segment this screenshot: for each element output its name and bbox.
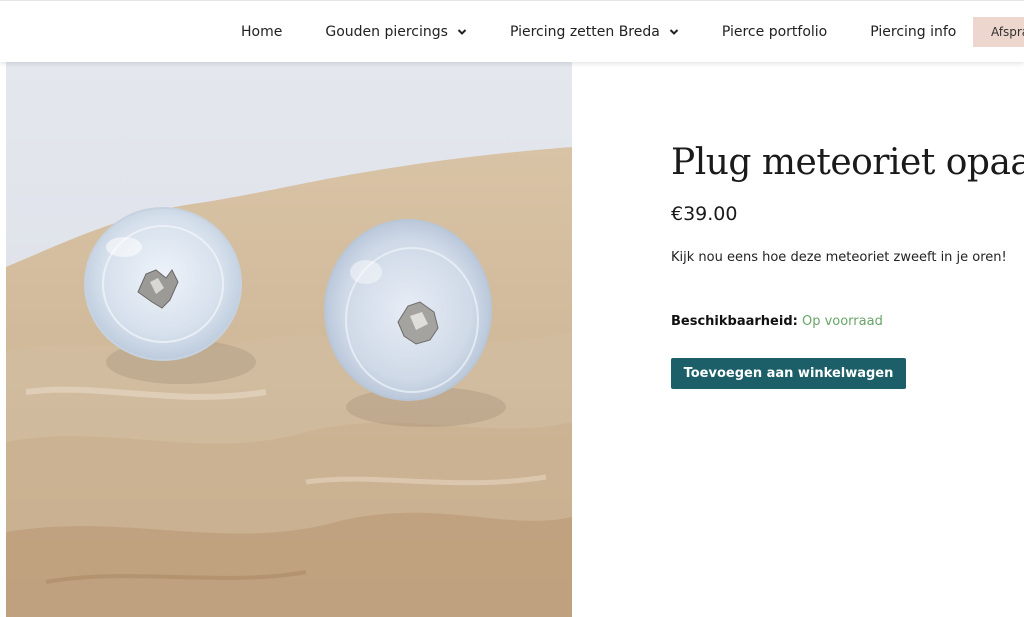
appointment-button-label: Afspraak [991, 25, 1024, 39]
product-title: Plug meteoriet opaal [671, 142, 1024, 183]
product-description: Kijk nou eens hoe deze meteoriet zweeft … [671, 250, 1007, 265]
nav-item-piercing-info[interactable]: Piercing info [870, 24, 956, 40]
appointment-button[interactable]: Afspraak [973, 17, 1024, 47]
nav-item-pierce-portfolio[interactable]: Pierce portfolio [722, 24, 827, 40]
availability: Beschikbaarheid: Op voorraad [671, 314, 883, 329]
product-price: €39.00 [671, 203, 738, 225]
nav-item-label: Gouden piercings [325, 24, 448, 40]
nav-item-label: Pierce portfolio [721, 24, 828, 40]
nav-item-gouden-piercings[interactable]: Gouden piercings [325, 24, 467, 40]
site-header: Home Gouden piercings Piercing zetten Br… [0, 0, 1024, 62]
nav-item-home[interactable]: Home [241, 24, 282, 40]
chevron-down-icon [457, 29, 467, 35]
chevron-down-icon [669, 29, 679, 35]
product-image[interactable] [6, 62, 572, 617]
nav-item-label: Piercing zetten Breda [509, 24, 660, 40]
add-to-cart-button[interactable]: Toevoegen aan winkelwagen [671, 358, 906, 389]
nav-item-label: Piercing info [870, 24, 957, 40]
nav-item-piercing-zetten-breda[interactable]: Piercing zetten Breda [510, 24, 679, 40]
product-photo [6, 62, 572, 617]
availability-value: Op voorraad [801, 314, 883, 329]
main-nav: Home Gouden piercings Piercing zetten Br… [241, 1, 999, 63]
availability-label: Beschikbaarheid: [671, 314, 798, 329]
nav-item-label: Home [241, 24, 283, 40]
